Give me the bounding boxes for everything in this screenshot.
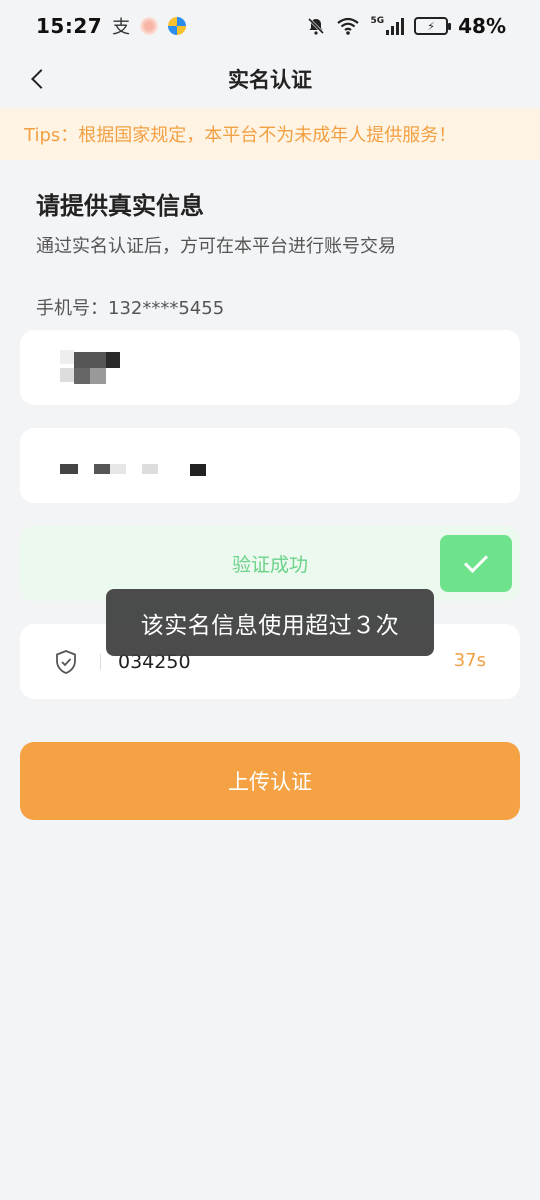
battery-icon: ⚡	[414, 17, 452, 35]
redacted-id-mosaic	[60, 464, 210, 478]
toast-text: 该实名信息使用超过３次	[140, 612, 400, 639]
resend-countdown[interactable]: 37s	[454, 650, 486, 671]
tips-text: Tips：根据国家规定，本平台不为未成年人提供服务！	[24, 125, 457, 146]
section-title: 请提供真实信息	[36, 192, 204, 220]
check-icon	[463, 548, 489, 573]
submit-verification-button[interactable]: 上传认证	[20, 742, 520, 820]
real-name-field[interactable]	[20, 330, 520, 405]
phone-number-label: 手机号：132****5455	[36, 298, 225, 319]
submit-label: 上传认证	[228, 771, 312, 794]
pinwheel-app-icon	[168, 17, 187, 35]
status-right: 5G ⚡ 48%	[306, 14, 506, 38]
signal-bars-icon	[386, 17, 405, 35]
nav-bar: 实名认证	[0, 52, 540, 106]
shield-check-icon	[56, 650, 76, 674]
id-number-field[interactable]	[20, 428, 520, 503]
status-left: 15:27 支	[36, 13, 187, 39]
charging-bolt-icon: ⚡	[427, 19, 435, 33]
code-divider	[100, 654, 101, 670]
mute-bell-icon	[308, 17, 325, 35]
flower-app-icon	[140, 17, 159, 35]
status-time: 15:27	[36, 14, 103, 38]
back-button[interactable]	[20, 60, 56, 98]
chevron-left-icon	[31, 69, 51, 89]
wifi-icon	[337, 17, 360, 35]
section-subtitle: 通过实名认证后，方可在本平台进行账号交易	[36, 236, 396, 257]
network-type: 5G	[370, 16, 385, 26]
page-title: 实名认证	[228, 68, 312, 92]
toast-message: 该实名信息使用超过３次	[106, 589, 434, 656]
cellular-signal: 5G	[370, 16, 405, 35]
tips-banner: Tips：根据国家规定，本平台不为未成年人提供服务！	[0, 108, 540, 160]
status-bar: 15:27 支 5G ⚡ 48%	[0, 0, 540, 52]
alipay-icon: 支	[112, 17, 131, 38]
battery-percent: 48%	[458, 14, 506, 38]
redacted-name-mosaic	[60, 350, 120, 386]
verify-check-button[interactable]	[440, 535, 512, 592]
